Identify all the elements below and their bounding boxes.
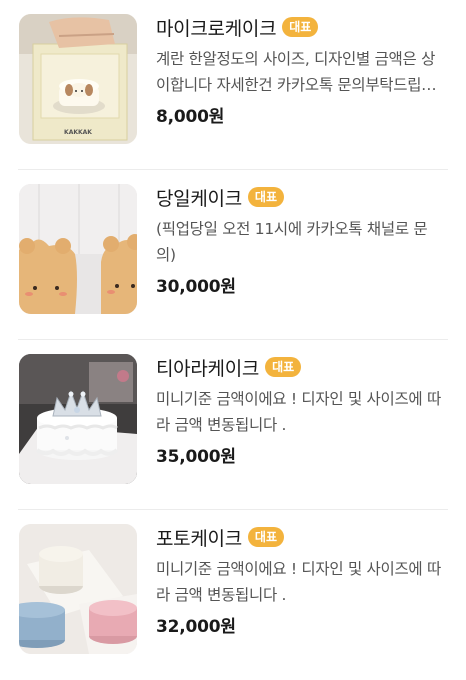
box-label: KAKKAK <box>64 129 92 136</box>
signature-badge: 대표 <box>265 357 302 377</box>
menu-item-title: 티아라케이크 <box>156 357 260 380</box>
menu-item-description: 계란 한알정도의 사이즈, 디자인별 금액은 상이합니다 자세한건 카카오톡 문… <box>156 50 436 94</box>
menu-item-price: 35,000원 <box>156 447 236 467</box>
menu-item-info: 포토케이크 대표 미니기준 금액이에요 ! 디자인 및 사이즈에 따라 금액 변… <box>156 524 444 637</box>
menu-item-title: 당일케이크 <box>156 187 242 210</box>
menu-item-price: 32,000원 <box>156 617 236 637</box>
menu-item-description: 미니기준 금액이에요 ! 디자인 및 사이즈에 따라 금액 변동됩니다 . <box>156 560 441 604</box>
title-row: 당일케이크 대표 <box>156 184 444 210</box>
signature-badge: 대표 <box>282 17 319 37</box>
signature-badge: 대표 <box>247 527 284 547</box>
title-row: 포토케이크 대표 <box>156 524 444 550</box>
title-row: 마이크로케이크 대표 <box>156 14 444 40</box>
menu-item-title: 마이크로케이크 <box>156 17 277 40</box>
menu-item-same-day-cake[interactable]: 당일케이크 대표 (픽업당일 오전 11시에 카카오톡 채널로 문의) 30,0… <box>0 170 466 340</box>
menu-item-description: 미니기준 금액이에요 ! 디자인 및 사이즈에 따라 금액 변동됩니다 . <box>156 390 441 434</box>
menu-item-description: (픽업당일 오전 11시에 카카오톡 채널로 문의) <box>156 220 428 264</box>
menu-list: KAKKAK 마이크로케이크 대표 계란 한알정도의 사이즈, 디자인별 금액은… <box>0 0 466 670</box>
signature-badge: 대표 <box>247 187 284 207</box>
menu-item-info: 티아라케이크 대표 미니기준 금액이에요 ! 디자인 및 사이즈에 따라 금액 … <box>156 354 444 467</box>
menu-item-info: 마이크로케이크 대표 계란 한알정도의 사이즈, 디자인별 금액은 상이합니다 … <box>156 14 444 127</box>
photo-cake-image <box>19 524 137 654</box>
menu-item-tiara-cake[interactable]: 티아라케이크 대표 미니기준 금액이에요 ! 디자인 및 사이즈에 따라 금액 … <box>0 340 466 510</box>
tiara-cake-image <box>19 354 137 484</box>
title-row: 티아라케이크 대표 <box>156 354 444 380</box>
menu-item-info: 당일케이크 대표 (픽업당일 오전 11시에 카카오톡 채널로 문의) 30,0… <box>156 184 444 297</box>
menu-item-price: 8,000원 <box>156 107 225 127</box>
micro-cake-image: KAKKAK <box>19 14 137 144</box>
menu-item-photo-cake[interactable]: 포토케이크 대표 미니기준 금액이에요 ! 디자인 및 사이즈에 따라 금액 변… <box>0 510 466 680</box>
menu-item-title: 포토케이크 <box>156 527 242 550</box>
menu-item-micro-cake[interactable]: KAKKAK 마이크로케이크 대표 계란 한알정도의 사이즈, 디자인별 금액은… <box>0 0 466 170</box>
same-day-cake-image <box>19 184 137 314</box>
menu-item-price: 30,000원 <box>156 277 236 297</box>
